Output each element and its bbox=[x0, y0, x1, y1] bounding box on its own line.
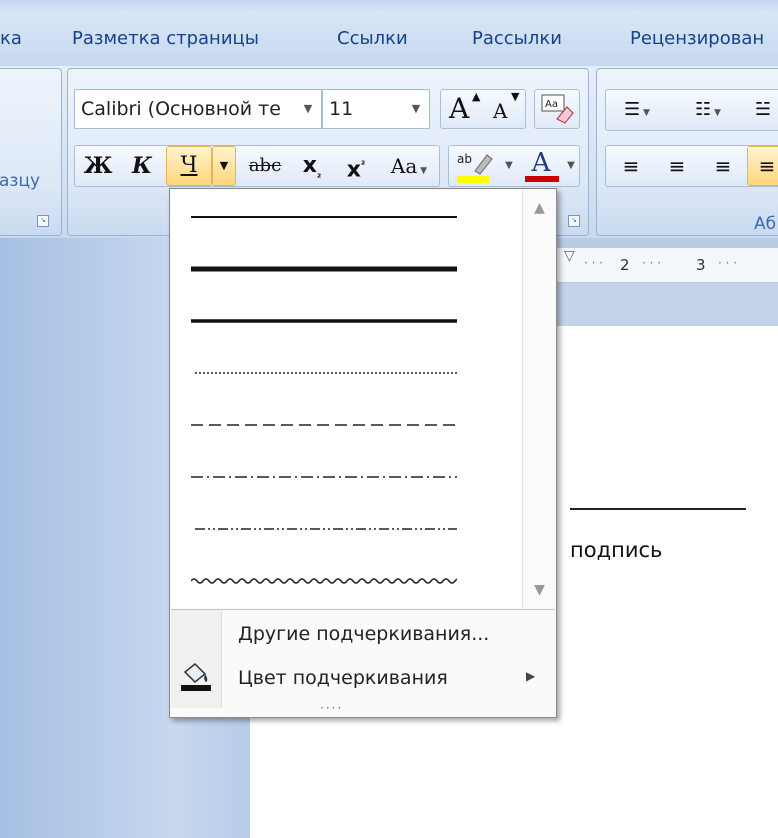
underline-style-dash-dot[interactable] bbox=[191, 470, 457, 484]
chevron-down-icon[interactable]: ▼ bbox=[295, 90, 321, 128]
ruler-mark: 3 bbox=[696, 256, 706, 274]
align-right-icon: ≡ bbox=[714, 154, 732, 178]
styles-group-label: Аб bbox=[754, 214, 777, 234]
chevron-down-icon: ▼ bbox=[711, 108, 721, 118]
underline-style-gallery bbox=[171, 190, 521, 608]
underline-style-single[interactable] bbox=[191, 210, 457, 224]
font-size-value: 11 bbox=[329, 98, 354, 120]
subscript-label: x bbox=[302, 153, 317, 178]
font-color-button[interactable]: A bbox=[520, 146, 562, 186]
tab-mailings[interactable]: Рассылки bbox=[472, 28, 562, 49]
chevron-down-icon[interactable]: ▼ bbox=[562, 146, 580, 186]
shrink-font-button[interactable]: A bbox=[493, 92, 507, 130]
underline-style-dotted[interactable] bbox=[191, 366, 457, 380]
font-dialog-launcher-icon[interactable]: ↘ bbox=[568, 215, 580, 227]
font-color-label: A bbox=[531, 148, 551, 178]
superscript-button[interactable]: x² bbox=[334, 146, 378, 186]
menu-icon-column bbox=[171, 610, 222, 708]
underline-style-dash-dot-dot[interactable] bbox=[191, 522, 457, 536]
svg-text:ab: ab bbox=[457, 152, 472, 166]
gallery-scrollbar[interactable]: ▲ ▼ bbox=[522, 190, 556, 608]
ribbon-tab-row: ка Разметка страницы Ссылки Рассылки Рец… bbox=[0, 14, 778, 67]
change-case-label: Aa bbox=[390, 154, 418, 178]
paragraph-group: ☰ ▼ ☷ ▼ ☱ ≡ ≡ ≡ ≡ bbox=[596, 68, 778, 236]
superscript-digit-icon: ² bbox=[360, 160, 366, 171]
chevron-down-icon: ▼ bbox=[417, 166, 428, 176]
clipboard-group: азцу ↘ bbox=[0, 68, 62, 236]
grow-font-button[interactable]: A bbox=[449, 90, 469, 128]
change-case-button[interactable]: Aa ▼ bbox=[380, 146, 438, 186]
underline-dropdown-menu: ▲ ▼ Другие подчеркивания... Цвет подчерк… bbox=[169, 188, 557, 718]
subscript-digit-icon: ₂ bbox=[316, 169, 322, 181]
bullets-button[interactable]: ☰ ▼ bbox=[607, 90, 667, 130]
tab-references[interactable]: Ссылки bbox=[337, 28, 408, 49]
numbered-list-icon: ☷ bbox=[695, 99, 712, 120]
submenu-arrow-icon: ▶ bbox=[526, 669, 536, 683]
tab-review[interactable]: Рецензирован bbox=[630, 28, 764, 49]
ruler-ticks: · · · bbox=[584, 256, 604, 270]
ruler-mark: 2 bbox=[620, 256, 630, 274]
numbering-button[interactable]: ☷ ▼ bbox=[677, 90, 739, 130]
italic-button[interactable]: К bbox=[120, 146, 164, 186]
eraser-icon: Aa bbox=[541, 94, 574, 124]
align-center-button[interactable]: ≡ bbox=[655, 146, 699, 186]
caret-up-icon: ▲ bbox=[472, 90, 481, 103]
underline-color-menu-item[interactable]: Цвет подчеркивания bbox=[238, 667, 448, 689]
chevron-down-icon[interactable]: ▼ bbox=[500, 146, 518, 186]
chevron-down-icon: ▼ bbox=[640, 108, 650, 118]
tab-home-partial[interactable]: ка bbox=[0, 28, 22, 49]
menu-separator bbox=[171, 609, 555, 610]
resize-grip[interactable]: ···· bbox=[320, 701, 343, 715]
font-name-combo[interactable]: Calibri (Основной те ▼ bbox=[74, 89, 322, 129]
more-underlines-menu-item[interactable]: Другие подчеркивания... bbox=[238, 623, 489, 645]
highlight-button[interactable]: ab bbox=[450, 146, 500, 186]
justify-icon: ≡ bbox=[758, 154, 776, 178]
strikethrough-button[interactable]: abc bbox=[240, 146, 290, 186]
ruler-ticks: · · · bbox=[718, 256, 738, 270]
indent-marker-icon[interactable]: ▽ bbox=[564, 248, 575, 264]
underline-dropdown-button[interactable]: ▼ bbox=[212, 146, 236, 186]
font-name-value: Calibri (Основной те bbox=[81, 98, 281, 120]
align-center-icon: ≡ bbox=[668, 154, 686, 178]
subscript-button[interactable]: x₂ bbox=[290, 146, 334, 186]
clear-formatting-button[interactable]: Aa bbox=[534, 89, 580, 129]
ruler-ticks: · · · bbox=[642, 256, 662, 270]
tab-page-layout[interactable]: Разметка страницы bbox=[72, 28, 259, 49]
underline-style-double-weight[interactable] bbox=[191, 314, 457, 328]
underline-style-thick[interactable] bbox=[191, 262, 457, 276]
title-bar bbox=[0, 0, 778, 15]
underline-style-wave[interactable] bbox=[191, 574, 457, 588]
grow-shrink-font-box: A ▲ A ▼ bbox=[440, 89, 526, 129]
paint-bucket-icon bbox=[181, 662, 211, 691]
scroll-down-icon[interactable]: ▼ bbox=[523, 582, 556, 598]
clipboard-group-label: азцу bbox=[0, 171, 41, 191]
underline-button[interactable]: Ч bbox=[166, 146, 212, 186]
caret-down-icon: ▼ bbox=[511, 90, 520, 103]
chevron-down-icon: ▼ bbox=[219, 159, 229, 172]
signature-line bbox=[570, 508, 746, 510]
chevron-down-icon[interactable]: ▼ bbox=[403, 90, 429, 128]
align-left-button[interactable]: ≡ bbox=[609, 146, 653, 186]
scroll-up-icon[interactable]: ▲ bbox=[523, 200, 556, 216]
justify-button[interactable]: ≡ bbox=[747, 146, 778, 186]
font-size-combo[interactable]: 11 ▼ bbox=[322, 89, 430, 129]
highlighter-icon: ab bbox=[457, 152, 493, 183]
svg-text:Aa: Aa bbox=[545, 99, 558, 110]
bold-button[interactable]: Ж bbox=[76, 146, 120, 186]
dialog-launcher-icon[interactable]: ↘ bbox=[37, 215, 49, 227]
font-color-swatch bbox=[525, 176, 559, 182]
horizontal-ruler[interactable]: ▽ · · · 2 · · · 3 · · · bbox=[556, 248, 778, 283]
bullet-list-icon: ☰ bbox=[624, 99, 641, 120]
signature-caption: подпись bbox=[570, 538, 663, 562]
superscript-label: x bbox=[346, 157, 361, 183]
multilevel-list-icon: ☱ bbox=[754, 99, 772, 120]
underline-style-dashed[interactable] bbox=[191, 418, 457, 432]
align-left-icon: ≡ bbox=[622, 154, 640, 178]
multilevel-list-button[interactable]: ☱ bbox=[743, 90, 778, 130]
align-right-button[interactable]: ≡ bbox=[701, 146, 745, 186]
